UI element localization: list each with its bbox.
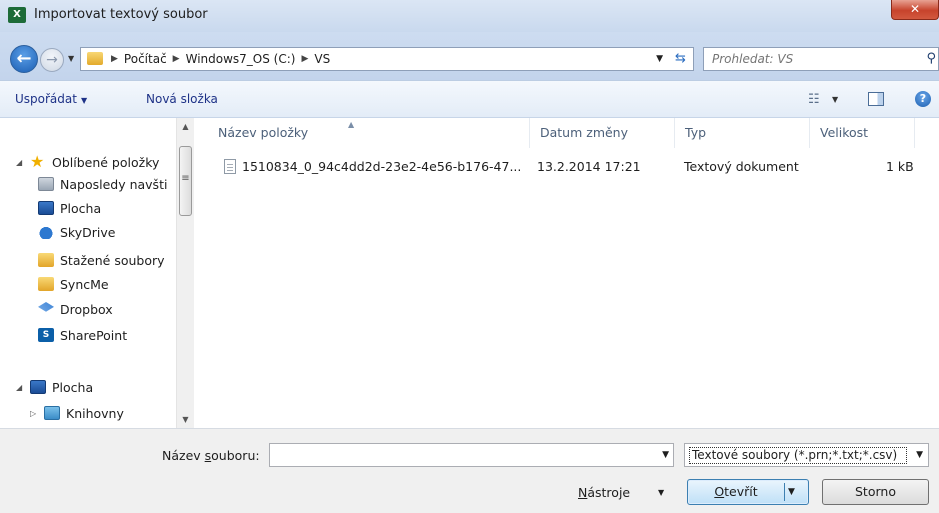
tools-button[interactable]: Nástroje	[578, 485, 630, 500]
scroll-thumb[interactable]	[179, 146, 192, 216]
sort-ascending-icon: ▲	[348, 120, 355, 129]
column-header-type[interactable]: Typ	[675, 118, 810, 148]
column-header-size[interactable]: Velikost	[810, 118, 915, 148]
navigation-pane: ◢ ★ Oblíbené položky Naposledy navšti Pl…	[0, 118, 194, 428]
file-type-select[interactable]: Textové soubory (*.prn;*.txt;*.csv) ▼	[684, 443, 929, 467]
chevron-right-icon[interactable]: ▶	[173, 52, 180, 67]
sidebar-item-libraries[interactable]: ▷ Knihovny	[30, 402, 124, 424]
column-header-date[interactable]: Datum změny	[530, 118, 675, 148]
scroll-up-icon[interactable]: ▲	[177, 118, 194, 135]
tools-dropdown-icon[interactable]: ▼	[658, 488, 664, 497]
expand-icon[interactable]: ◢	[16, 158, 24, 167]
navigation-scrollbar[interactable]: ▲ ▼	[176, 118, 194, 428]
dropbox-icon	[38, 302, 54, 312]
libraries-icon	[44, 406, 60, 420]
close-button[interactable]: ✕	[891, 0, 939, 20]
cloud-icon	[38, 225, 54, 239]
help-icon[interactable]: ?	[915, 91, 931, 107]
table-row[interactable]: 1510834_0_94c4dd2d-23e2-4e56-b176-47...	[224, 156, 521, 178]
breadcrumb-drive[interactable]: Windows7_OS (C:)	[186, 52, 296, 67]
address-dropdown-icon[interactable]: ▼	[656, 54, 663, 64]
view-dropdown-icon[interactable]: ▼	[832, 95, 838, 104]
breadcrumb: ▶ Počítač ▶ Windows7_OS (C:) ▶ VS	[111, 52, 330, 67]
file-name: 1510834_0_94c4dd2d-23e2-4e56-b176-47...	[242, 159, 522, 174]
open-dropdown-icon[interactable]: ▼	[788, 480, 795, 504]
split-divider	[784, 483, 785, 501]
sidebar-item-skydrive[interactable]: SkyDrive	[38, 221, 115, 243]
sidebar-item-desktop-root[interactable]: ◢ Plocha	[16, 376, 93, 398]
expand-icon[interactable]: ◢	[16, 383, 24, 392]
new-folder-button[interactable]: Nová složka	[146, 92, 218, 106]
chevron-right-icon[interactable]: ▶	[111, 52, 118, 67]
desktop-icon	[38, 201, 54, 215]
file-type: Textový dokument	[684, 159, 799, 174]
column-header-name[interactable]: ▲ Název položky	[208, 118, 530, 148]
filename-input[interactable]	[270, 444, 650, 466]
command-bar: Uspořádat ▼ Nová složka ☷ ▼ ?	[0, 80, 939, 118]
text-file-icon	[224, 159, 236, 174]
main-area: ◢ ★ Oblíbené položky Naposledy navšti Pl…	[0, 118, 939, 428]
sidebar-item-dropbox[interactable]: Dropbox	[38, 298, 113, 320]
recent-places-icon	[38, 177, 54, 191]
view-options-icon[interactable]: ☷	[808, 92, 820, 107]
filename-label: Název souboru:	[162, 448, 260, 463]
breadcrumb-computer[interactable]: Počítač	[124, 52, 167, 67]
sidebar-item-recent[interactable]: Naposledy navšti	[38, 173, 167, 195]
chevron-right-icon[interactable]: ▶	[301, 52, 308, 67]
chevron-down-icon[interactable]: ▼	[662, 450, 669, 460]
organize-button[interactable]: Uspořádat ▼	[15, 92, 87, 106]
window-title: Importovat textový soubor	[34, 7, 208, 22]
file-list: ▲ Název položky Datum změny Typ Velikost…	[194, 118, 939, 428]
preview-pane-icon[interactable]	[868, 92, 884, 106]
search-input[interactable]	[704, 48, 904, 70]
sharepoint-icon: S	[38, 328, 54, 342]
sidebar-item-syncme[interactable]: SyncMe	[38, 273, 109, 295]
sidebar-item-favorites[interactable]: ◢ ★ Oblíbené položky	[16, 151, 159, 173]
filename-field[interactable]: ▼	[269, 443, 674, 467]
forward-button[interactable]: →	[40, 48, 64, 72]
sidebar-item-desktop[interactable]: Plocha	[38, 197, 101, 219]
open-button[interactable]: Otevřít ▼	[687, 479, 809, 505]
scroll-down-icon[interactable]: ▼	[177, 411, 194, 428]
title-bar: X Importovat textový soubor ✕	[0, 0, 939, 32]
collapsed-icon[interactable]: ▷	[30, 409, 38, 418]
recent-pages-dropdown[interactable]: ▼	[68, 54, 74, 63]
folder-icon	[87, 52, 103, 65]
sidebar-item-downloads[interactable]: Stažené soubory	[38, 249, 165, 271]
refresh-button[interactable]: ⇆	[668, 47, 694, 71]
sidebar-item-sharepoint[interactable]: S SharePoint	[38, 324, 127, 346]
downloads-folder-icon	[38, 253, 54, 267]
file-type-value: Textové soubory (*.prn;*.txt;*.csv)	[689, 447, 907, 464]
search-icon[interactable]: ⚲	[926, 51, 936, 66]
navigation-bar: ← → ▼ ▶ Počítač ▶ Windows7_OS (C:) ▶ VS …	[0, 32, 939, 80]
back-button[interactable]: ←	[10, 45, 38, 73]
chevron-down-icon[interactable]: ▼	[916, 450, 923, 460]
desktop-icon	[30, 380, 46, 394]
star-icon: ★	[30, 152, 45, 171]
folder-icon	[38, 277, 54, 291]
file-size: 1 kB	[886, 159, 914, 174]
excel-icon: X	[8, 7, 26, 23]
breadcrumb-vs[interactable]: VS	[314, 52, 330, 67]
dialog-footer: Název souboru: ▼ Textové soubory (*.prn;…	[0, 428, 939, 513]
cancel-button[interactable]: Storno	[822, 479, 929, 505]
file-date: 13.2.2014 17:21	[537, 159, 641, 174]
search-box[interactable]: ⚲	[703, 47, 939, 71]
chevron-down-icon: ▼	[80, 96, 88, 105]
address-bar[interactable]: ▶ Počítač ▶ Windows7_OS (C:) ▶ VS ▼	[80, 47, 670, 71]
